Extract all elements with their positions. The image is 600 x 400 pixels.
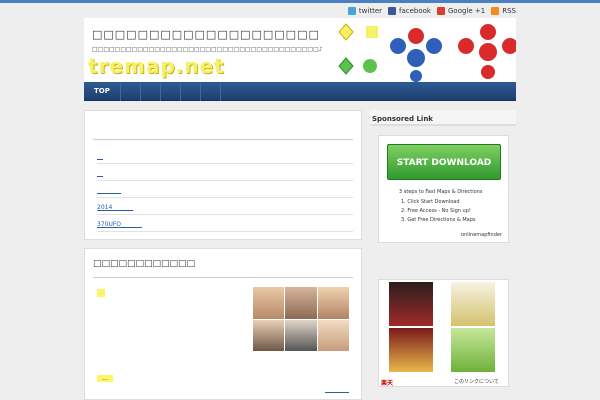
- post-link[interactable]: __: [97, 147, 353, 164]
- ad-product-image[interactable]: [389, 328, 433, 372]
- ad-brand: onlinemapfinder: [461, 232, 502, 238]
- divider: [93, 139, 353, 140]
- nav-item[interactable]: [181, 82, 201, 101]
- direction-signs-illustration: [338, 23, 516, 82]
- nav-item[interactable]: [161, 82, 181, 101]
- main-nav: TOP: [84, 82, 516, 101]
- site-header: □□□□□□□□□□□□□□□□□□□□ □□□□□□□□□□□□□□□□□□□…: [84, 18, 516, 82]
- social-link-twitter[interactable]: twitter: [347, 7, 382, 15]
- ad-product-image[interactable]: [451, 282, 495, 326]
- sponsored-link-heading: Sponsored Link: [370, 110, 516, 126]
- ad-info-link[interactable]: このリンクについて: [454, 378, 499, 385]
- ad-step: 3. Get Free Directions & Maps: [401, 217, 476, 223]
- post-link[interactable]: 2014_______: [97, 198, 353, 215]
- twitter-icon: [347, 7, 356, 15]
- nav-item[interactable]: [121, 82, 141, 101]
- section-heading: □□□□□□□□□□□□: [93, 259, 196, 269]
- post-link[interactable]: ________: [97, 181, 353, 198]
- highlight-marker: [97, 289, 105, 297]
- nav-top[interactable]: TOP: [84, 82, 121, 101]
- more-link[interactable]: ...: [97, 375, 113, 382]
- facebook-icon: [388, 7, 397, 15]
- social-links: twitter facebook Google +1 RSS: [347, 7, 516, 15]
- social-link-rss[interactable]: RSS: [491, 7, 516, 15]
- ad-step: 2. Free Access - No Sign up!: [401, 208, 471, 214]
- top-bar: twitter facebook Google +1 RSS: [0, 0, 600, 18]
- photo-thumbnail[interactable]: [317, 287, 349, 319]
- ad-product-image[interactable]: [451, 328, 495, 372]
- ad-step: 1. Click Start Download: [401, 199, 460, 205]
- rss-icon: [491, 7, 500, 15]
- post-list-box: __ __ ________ 2014_______ 370UFO_______: [84, 110, 362, 240]
- download-ad[interactable]: START DOWNLOAD 3 steps to Fast Maps & Di…: [378, 135, 509, 243]
- photo-thumbnail[interactable]: [285, 287, 317, 319]
- rakuten-logo[interactable]: 楽天: [381, 378, 393, 387]
- photo-thumbnail[interactable]: [285, 319, 317, 351]
- google-plus-icon: [437, 7, 445, 15]
- social-link-facebook[interactable]: facebook: [388, 7, 431, 15]
- ad-product-image[interactable]: [389, 282, 433, 326]
- rakuten-ad[interactable]: 楽天 このリンクについて: [378, 279, 509, 387]
- social-link-google-plus[interactable]: Google +1: [437, 7, 485, 15]
- post-link[interactable]: 370UFO_______: [97, 215, 353, 232]
- photo-thumbnail[interactable]: [317, 319, 349, 351]
- site-description: □□□□□□□□□□□□□□□□□□□□□□□□□□□□□□□□□□□□□□□□…: [92, 46, 323, 53]
- post-link[interactable]: __: [97, 164, 353, 181]
- feature-box: □□□□□□□□□□□□ ...: [84, 248, 362, 400]
- small-link[interactable]: [325, 392, 349, 393]
- nav-item[interactable]: [201, 82, 221, 101]
- nav-item[interactable]: [141, 82, 161, 101]
- photo-thumbnail[interactable]: [253, 287, 285, 319]
- site-logo[interactable]: tremap.net: [88, 54, 225, 78]
- ad-headline: 3 steps to Fast Maps & Directions: [399, 189, 483, 195]
- photo-thumbnail[interactable]: [253, 319, 285, 351]
- start-download-button[interactable]: START DOWNLOAD: [387, 144, 501, 180]
- site-title[interactable]: □□□□□□□□□□□□□□□□□□□□: [92, 28, 320, 41]
- photo-grid[interactable]: [253, 287, 349, 351]
- divider: [93, 277, 353, 278]
